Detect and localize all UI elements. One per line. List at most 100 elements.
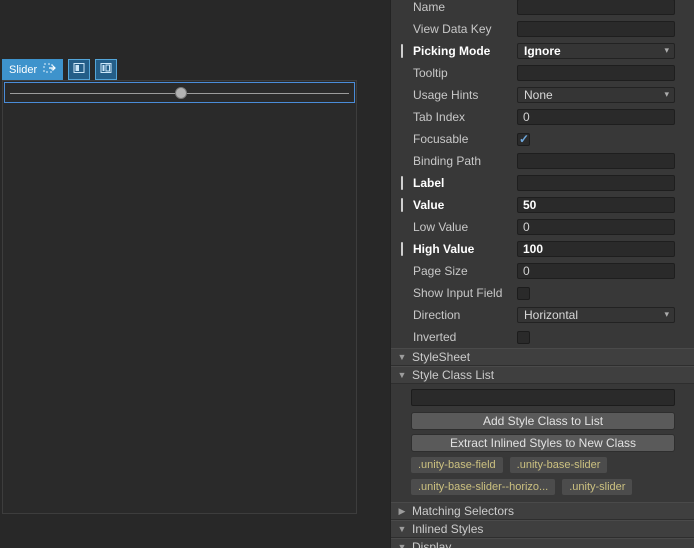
add-style-class-button[interactable]: Add Style Class to List: [411, 412, 675, 430]
foldout-triangle-icon: ▼: [397, 542, 407, 548]
field-row-show-input-field: Show Input Field: [391, 282, 694, 304]
chevron-down-icon: ▾: [664, 89, 669, 99]
inverted-checkbox[interactable]: [517, 330, 530, 344]
modified-indicator-bar: [401, 198, 403, 212]
view-data-key-input[interactable]: [517, 21, 675, 37]
field-control: None ▾: [517, 87, 675, 103]
section-matching-selectors[interactable]: ▶ Matching Selectors: [391, 502, 694, 520]
field-control: 0: [517, 109, 675, 125]
field-row-page-size: Page Size 0: [391, 260, 694, 282]
tooltip-input[interactable]: [517, 65, 675, 81]
chevron-down-icon: ▾: [664, 309, 669, 319]
focusable-checkbox[interactable]: [517, 132, 530, 146]
selected-element-tab[interactable]: Slider: [2, 59, 64, 80]
field-label: High Value: [413, 242, 475, 256]
low-value-input[interactable]: 0: [517, 219, 675, 235]
field-control: Horizontal ▾: [517, 307, 675, 323]
binding-path-input[interactable]: [517, 153, 675, 169]
dropdown-value: Ignore: [524, 44, 561, 58]
modified-indicator-bar: [401, 44, 403, 58]
style-class-pill[interactable]: .unity-base-slider--horizo...: [411, 479, 556, 495]
style-class-pills: .unity-base-field .unity-base-slider .unit…: [411, 457, 675, 495]
field-label: Tab Index: [413, 110, 466, 124]
field-control: [517, 153, 675, 169]
modified-indicator-bar: [401, 242, 403, 256]
inspector-panel: Name View Data Key Picking Mode Ignore ▾ Tool…: [390, 0, 694, 548]
field-row-value: Value 50: [391, 194, 694, 216]
section-stylesheet-label: StyleSheet: [412, 350, 471, 364]
field-control: [517, 132, 675, 146]
fit-canvas-button[interactable]: [68, 59, 91, 80]
fit-canvas-icon: [73, 62, 85, 77]
name-input[interactable]: [517, 0, 675, 15]
field-label: Inverted: [413, 330, 457, 344]
field-row-view-data-key: View Data Key: [391, 18, 694, 40]
section-style-class-list[interactable]: ▼ Style Class List: [391, 366, 694, 384]
usage-hints-dropdown[interactable]: None ▾: [517, 87, 675, 103]
field-row-high-value: High Value 100: [391, 238, 694, 260]
field-row-focusable: Focusable: [391, 128, 694, 150]
field-label: Show Input Field: [413, 286, 503, 300]
field-row-inverted: Inverted: [391, 326, 694, 348]
move-icon: [43, 63, 56, 77]
field-row-binding-path: Binding Path: [391, 150, 694, 172]
foldout-triangle-icon: ▼: [397, 370, 407, 380]
design-canvas[interactable]: [2, 80, 357, 514]
extract-inlined-styles-button[interactable]: Extract Inlined Styles to New Class: [411, 434, 675, 452]
dropdown-value: None: [524, 88, 553, 102]
label-input[interactable]: [517, 175, 675, 191]
page-size-input[interactable]: 0: [517, 263, 675, 279]
field-label: Focusable: [413, 132, 469, 146]
field-label: Low Value: [413, 220, 469, 234]
section-inlined-styles[interactable]: ▼ Inlined Styles: [391, 520, 694, 538]
field-control: Ignore ▾: [517, 43, 675, 59]
high-value-input[interactable]: 100: [517, 241, 675, 257]
style-class-pill[interactable]: .unity-base-slider: [509, 457, 608, 473]
foldout-triangle-icon: ▶: [398, 505, 406, 516]
style-class-pill[interactable]: .unity-slider: [562, 479, 633, 495]
field-row-direction: Direction Horizontal ▾: [391, 304, 694, 326]
show-input-field-checkbox[interactable]: [517, 286, 530, 300]
field-row-picking-mode: Picking Mode Ignore ▾: [391, 40, 694, 62]
field-row-label: Label: [391, 172, 694, 194]
direction-dropdown[interactable]: Horizontal ▾: [517, 307, 675, 323]
section-style-class-list-label: Style Class List: [412, 368, 495, 382]
field-row-tooltip: Tooltip: [391, 62, 694, 84]
dropdown-value: Horizontal: [524, 308, 579, 322]
field-label: Direction: [413, 308, 461, 322]
selected-element-label: Slider: [9, 63, 38, 76]
field-label: Name: [413, 0, 446, 14]
section-display[interactable]: ▼ Display: [391, 538, 694, 548]
foldout-triangle-icon: ▼: [397, 524, 407, 534]
field-label: Picking Mode: [413, 44, 491, 58]
section-display-label: Display: [412, 540, 452, 548]
tab-index-input[interactable]: 0: [517, 109, 675, 125]
field-row-low-value: Low Value 0: [391, 216, 694, 238]
match-size-icon: [100, 62, 112, 77]
field-label: Label: [413, 176, 445, 190]
style-class-list-content: Add Style Class to List Extract Inlined …: [391, 384, 694, 502]
match-size-button[interactable]: [95, 59, 118, 80]
field-control: [517, 286, 675, 300]
field-label: View Data Key: [413, 22, 492, 36]
field-control: 50: [517, 197, 675, 213]
section-inlined-styles-label: Inlined Styles: [412, 522, 484, 536]
field-label: Page Size: [413, 264, 468, 278]
section-stylesheet[interactable]: ▼ StyleSheet: [391, 348, 694, 366]
attribute-fields: Name View Data Key Picking Mode Ignore ▾ Tool…: [391, 0, 694, 348]
value-input[interactable]: 50: [517, 197, 675, 213]
field-control: [517, 21, 675, 37]
style-class-input[interactable]: [411, 389, 675, 406]
slider-thumb[interactable]: [174, 87, 187, 99]
chevron-down-icon: ▾: [664, 45, 669, 55]
field-label: Binding Path: [413, 154, 482, 168]
picking-mode-dropdown[interactable]: Ignore ▾: [517, 43, 675, 59]
field-control: 0: [517, 219, 675, 235]
field-control: [517, 65, 675, 81]
field-control: 100: [517, 241, 675, 257]
slider-element-selection[interactable]: [4, 82, 355, 103]
foldout-triangle-icon: ▼: [397, 352, 407, 362]
field-row-tab-index: Tab Index 0: [391, 106, 694, 128]
style-class-pill[interactable]: .unity-base-field: [411, 457, 503, 473]
field-control: [517, 330, 675, 344]
